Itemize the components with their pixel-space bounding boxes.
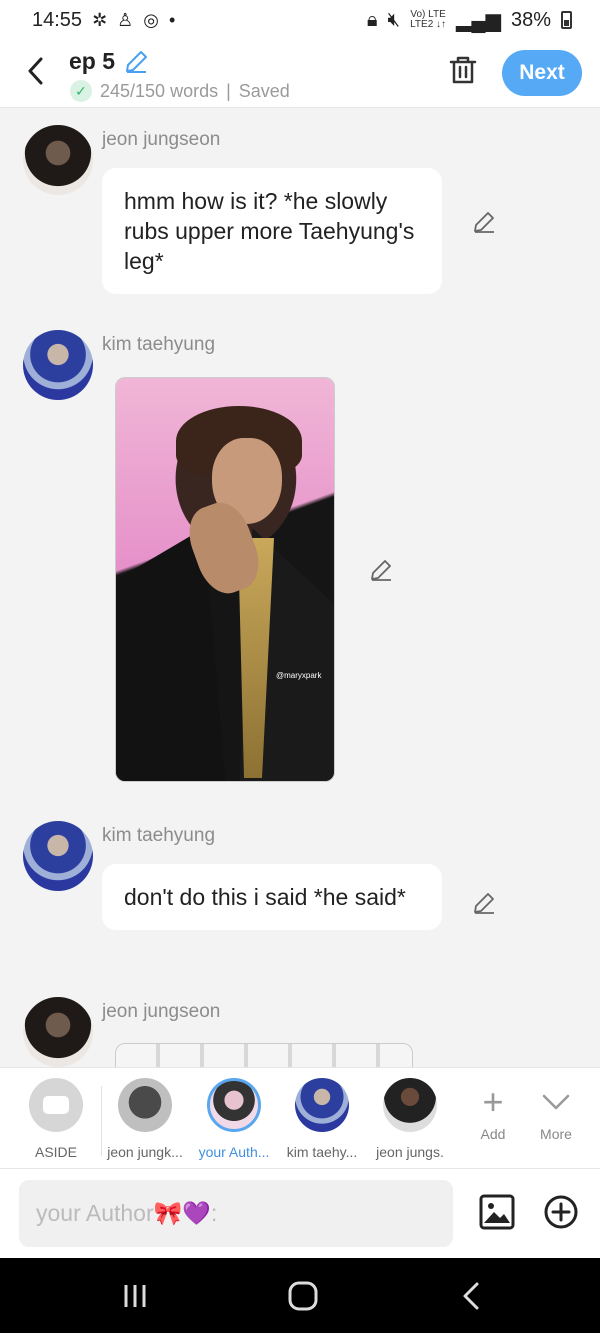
composer: your Author🎀💜: bbox=[0, 1169, 600, 1258]
character-kim-taehyung[interactable]: kim taehy... bbox=[279, 1078, 365, 1160]
character-jeon-jungseon[interactable]: jeon jungs. bbox=[367, 1078, 453, 1160]
message-image[interactable] bbox=[115, 1043, 413, 1067]
system-nav-bar bbox=[0, 1258, 600, 1333]
mute-icon: 🔇︎ bbox=[387, 8, 401, 31]
avatar bbox=[295, 1078, 349, 1132]
sender-name: kim taehyung bbox=[102, 825, 216, 846]
separator: | bbox=[226, 80, 231, 101]
editor-header: ep 5 ✓ 245/150 words | Saved Next bbox=[0, 40, 600, 108]
home-icon bbox=[288, 1281, 318, 1311]
edit-message-icon[interactable] bbox=[368, 557, 394, 583]
edit-title-icon[interactable] bbox=[123, 49, 149, 75]
aside-icon bbox=[29, 1078, 83, 1132]
chevron-down-icon bbox=[526, 1082, 586, 1126]
image-icon[interactable] bbox=[479, 1194, 515, 1230]
recents-icon bbox=[124, 1285, 146, 1307]
network-indicator: Vo) LTE LTE2 ↓↑ bbox=[410, 10, 446, 30]
more-label: More bbox=[540, 1126, 572, 1142]
character-your-author[interactable]: your Auth... bbox=[191, 1078, 277, 1160]
dot-icon: • bbox=[169, 9, 176, 30]
avatar[interactable] bbox=[23, 125, 93, 195]
character-label: your Auth... bbox=[198, 1144, 270, 1160]
sender-name: jeon jungseon bbox=[102, 129, 221, 150]
person-icon: ♙ bbox=[117, 9, 134, 30]
save-status: Saved bbox=[238, 80, 290, 101]
avatar bbox=[383, 1078, 437, 1132]
next-button[interactable]: Next bbox=[502, 50, 582, 96]
battery-icon bbox=[561, 11, 572, 29]
avatar bbox=[207, 1078, 261, 1132]
chat-area[interactable]: jeon jungseon hmm how is it? *he slowly … bbox=[0, 109, 600, 1067]
signal-icon: ▂▄▆ bbox=[456, 9, 501, 32]
home-button[interactable] bbox=[283, 1278, 323, 1314]
add-label: Add bbox=[480, 1126, 506, 1142]
instagram-icon: ◎ bbox=[143, 9, 160, 30]
episode-title[interactable]: ep 5 bbox=[69, 48, 149, 75]
recents-button[interactable] bbox=[115, 1278, 155, 1314]
image-watermark: @maryxpark bbox=[276, 671, 322, 680]
chevron-left-icon bbox=[28, 57, 43, 85]
episode-title-text: ep 5 bbox=[69, 48, 116, 74]
back-icon bbox=[463, 1282, 479, 1310]
avatar bbox=[118, 1078, 172, 1132]
status-time: 14:55 bbox=[32, 8, 83, 31]
character-jeon-jungkook[interactable]: jeon jungk... bbox=[102, 1078, 188, 1160]
character-bar: ASIDE jeon jungk... your Auth... kim tae… bbox=[0, 1067, 600, 1169]
back-nav-button[interactable] bbox=[451, 1278, 491, 1314]
character-aside[interactable]: ASIDE bbox=[13, 1078, 99, 1160]
message-bubble[interactable]: don't do this i said *he said* bbox=[102, 864, 442, 930]
message-input[interactable]: your Author🎀💜: bbox=[19, 1180, 453, 1247]
back-button[interactable] bbox=[22, 56, 48, 86]
avatar[interactable] bbox=[23, 821, 93, 891]
character-label: jeon jungk... bbox=[107, 1144, 183, 1160]
character-label: ASIDE bbox=[34, 1144, 77, 1160]
sender-name: jeon jungseon bbox=[102, 1001, 221, 1022]
avatar[interactable] bbox=[23, 997, 93, 1067]
battery-percent: 38% bbox=[510, 8, 551, 31]
message-bubble[interactable]: hmm how is it? *he slowly rubs upper mor… bbox=[102, 168, 442, 294]
lock-icon: 🔒︎ bbox=[366, 8, 378, 31]
sender-name: kim taehyung bbox=[102, 334, 216, 355]
network-bottom: LTE2 ↓↑ bbox=[410, 19, 447, 30]
word-count: 245/150 words bbox=[100, 80, 219, 101]
character-label: kim taehy... bbox=[286, 1144, 358, 1160]
trash-icon[interactable] bbox=[448, 54, 478, 86]
check-icon: ✓ bbox=[70, 80, 92, 102]
settings-icon: ✲ bbox=[92, 9, 108, 30]
edit-message-icon[interactable] bbox=[471, 890, 497, 916]
message-image[interactable]: @maryxpark bbox=[115, 377, 335, 782]
edit-message-icon[interactable] bbox=[471, 209, 497, 235]
add-character-button[interactable]: + Add bbox=[463, 1081, 523, 1143]
add-circle-icon[interactable] bbox=[543, 1194, 579, 1230]
more-button[interactable]: More bbox=[526, 1082, 586, 1142]
status-bar: 14:55 ✲ ♙ ◎ • 🔒︎ 🔇︎ Vo) LTE LTE2 ↓↑ ▂▄▆ … bbox=[0, 0, 600, 40]
avatar[interactable] bbox=[23, 330, 93, 400]
character-label: jeon jungs. bbox=[376, 1144, 444, 1160]
save-status-line: ✓ 245/150 words | Saved bbox=[70, 80, 290, 102]
plus-icon: + bbox=[482, 1081, 504, 1122]
